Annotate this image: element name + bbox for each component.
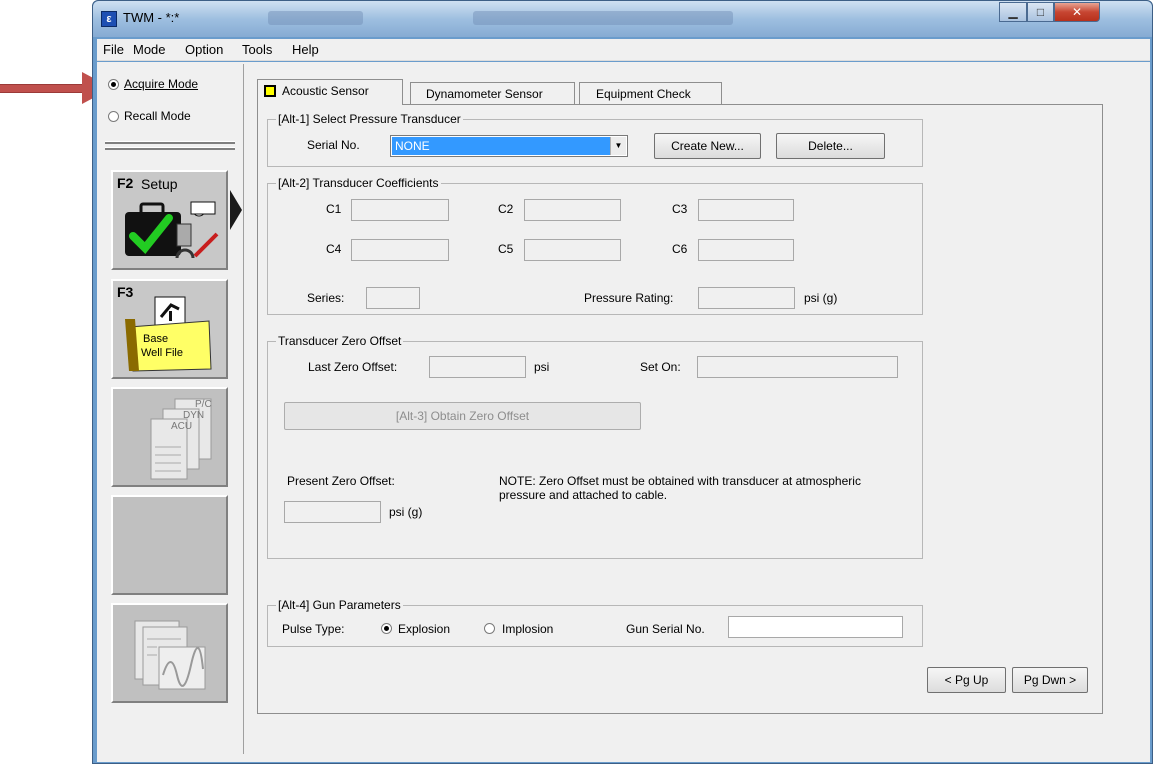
page-up-button[interactable]: < Pg Up (927, 667, 1006, 693)
last-zero-offset-unit: psi (534, 360, 550, 374)
app-window: ε TWM - *:* ▁ □ ✕ File Mode Option Tools… (92, 0, 1153, 764)
menu-bar: File Mode Option Tools Help (97, 39, 1150, 61)
panel-divider (105, 147, 235, 150)
tab-dynamometer-sensor[interactable]: Dynamometer Sensor (410, 82, 575, 104)
c2-label: C2 (498, 202, 514, 216)
well-file-label: Well File (141, 347, 183, 359)
doc-label-pc: P/C (195, 399, 212, 410)
documents-button[interactable]: P/C DYN ACU (111, 387, 228, 487)
folder-icon (125, 296, 212, 372)
acoustic-sensor-page: [Alt-1] Select Pressure Transducer Seria… (257, 104, 1103, 714)
serial-no-select[interactable]: NONE ▼ (390, 135, 628, 157)
doc-label-dyn: DYN (183, 410, 205, 421)
setup-button[interactable]: F2 Setup (111, 170, 228, 270)
report-button[interactable] (111, 603, 228, 703)
zero-offset-title: Transducer Zero Offset (276, 334, 404, 348)
obtain-zero-offset-button[interactable]: [Alt-3] Obtain Zero Offset (284, 402, 641, 430)
set-on-field[interactable] (697, 356, 898, 378)
page-down-button[interactable]: Pg Dwn > (1012, 667, 1088, 693)
annotation-arrow-shaft (0, 84, 88, 93)
recall-mode-radio[interactable] (108, 111, 119, 122)
c4-label: C4 (326, 242, 342, 256)
coefficients-title: [Alt-2] Transducer Coefficients (276, 176, 441, 190)
gun-parameters-title: [Alt-4] Gun Parameters (276, 598, 403, 612)
app-icon[interactable]: ε (101, 11, 117, 27)
pressure-rating-label: Pressure Rating: (584, 291, 674, 305)
window-title: TWM - *:* (123, 10, 180, 25)
c4-field[interactable] (351, 239, 449, 261)
select-transducer-group: [Alt-1] Select Pressure Transducer Seria… (267, 112, 923, 167)
tab-equipment-check[interactable]: Equipment Check (579, 82, 722, 104)
title-bar[interactable]: ε TWM - *:* ▁ □ ✕ (93, 1, 1152, 37)
c1-field[interactable] (351, 199, 449, 221)
c3-label: C3 (672, 202, 688, 216)
series-label: Series: (307, 291, 345, 305)
present-zero-offset-label: Present Zero Offset: (287, 474, 395, 488)
pulse-type-label: Pulse Type: (282, 622, 345, 636)
menu-mode[interactable]: Mode (133, 42, 166, 57)
implosion-label[interactable]: Implosion (502, 622, 553, 636)
last-zero-offset-field[interactable] (429, 356, 526, 378)
base-label: Base (143, 333, 169, 345)
c5-field[interactable] (524, 239, 621, 261)
explosion-radio[interactable] (381, 623, 392, 634)
pressure-rating-unit: psi (g) (804, 291, 838, 305)
maximize-button[interactable]: □ (1027, 2, 1054, 22)
gun-serial-field[interactable] (728, 616, 903, 638)
present-zero-offset-field[interactable] (284, 501, 381, 523)
implosion-radio[interactable] (484, 623, 495, 634)
pressure-rating-field[interactable] (698, 287, 795, 309)
gun-parameters-group: [Alt-4] Gun Parameters Pulse Type: Explo… (267, 598, 923, 647)
c5-label: C5 (498, 242, 514, 256)
c1-label: C1 (326, 202, 342, 216)
recall-mode-label[interactable]: Recall Mode (124, 109, 191, 123)
sensor-status-icon (264, 85, 276, 97)
panel-divider (105, 141, 235, 144)
c6-field[interactable] (698, 239, 794, 261)
setup-key: F2 (117, 175, 134, 191)
zero-offset-note: NOTE: Zero Offset must be obtained with … (499, 474, 861, 502)
toolkit-icon (125, 201, 219, 259)
close-button[interactable]: ✕ (1054, 2, 1100, 22)
menu-help[interactable]: Help (292, 42, 319, 57)
gun-serial-label: Gun Serial No. (626, 622, 705, 636)
acquire-mode-label[interactable]: Acquire Mode (124, 77, 198, 91)
blurred-taskbar (473, 11, 733, 25)
client-area: Acquire Mode Recall Mode F2 Setup F3 Bas… (97, 62, 1150, 762)
minimize-button[interactable]: ▁ (999, 2, 1027, 22)
c3-field[interactable] (698, 199, 794, 221)
chevron-down-icon[interactable]: ▼ (610, 137, 626, 155)
last-zero-offset-label: Last Zero Offset: (308, 360, 398, 374)
present-zero-offset-unit: psi (g) (389, 505, 423, 519)
left-panel: Acquire Mode Recall Mode F2 Setup F3 Bas… (97, 64, 244, 754)
setup-label: Setup (141, 176, 178, 192)
doc-label-acu: ACU (171, 421, 193, 432)
menu-tools[interactable]: Tools (242, 42, 272, 57)
tab-label: Acoustic Sensor (282, 84, 369, 98)
explosion-label[interactable]: Explosion (398, 622, 450, 636)
acquire-mode-radio[interactable] (108, 79, 119, 90)
c2-field[interactable] (524, 199, 621, 221)
create-new-button[interactable]: Create New... (654, 133, 761, 159)
coefficients-group: [Alt-2] Transducer Coefficients C1 C2 C3… (267, 176, 923, 315)
tab-acoustic-sensor[interactable]: Acoustic Sensor (257, 79, 403, 105)
delete-button[interactable]: Delete... (776, 133, 885, 159)
menu-file[interactable]: File (103, 42, 124, 57)
c6-label: C6 (672, 242, 688, 256)
report-graph-icon (134, 620, 206, 690)
serial-no-value: NONE (392, 137, 612, 155)
select-transducer-title: [Alt-1] Select Pressure Transducer (276, 112, 463, 126)
blurred-taskbar (268, 11, 363, 25)
set-on-label: Set On: (640, 360, 681, 374)
base-well-file-button[interactable]: F3 Base Well File (111, 279, 228, 379)
zero-offset-group: Transducer Zero Offset Last Zero Offset:… (267, 334, 923, 559)
series-field[interactable] (366, 287, 420, 309)
selected-arrow-icon (230, 190, 242, 230)
empty-nav-button[interactable] (111, 495, 228, 595)
serial-no-label: Serial No. (307, 138, 360, 152)
menu-option[interactable]: Option (185, 42, 223, 57)
